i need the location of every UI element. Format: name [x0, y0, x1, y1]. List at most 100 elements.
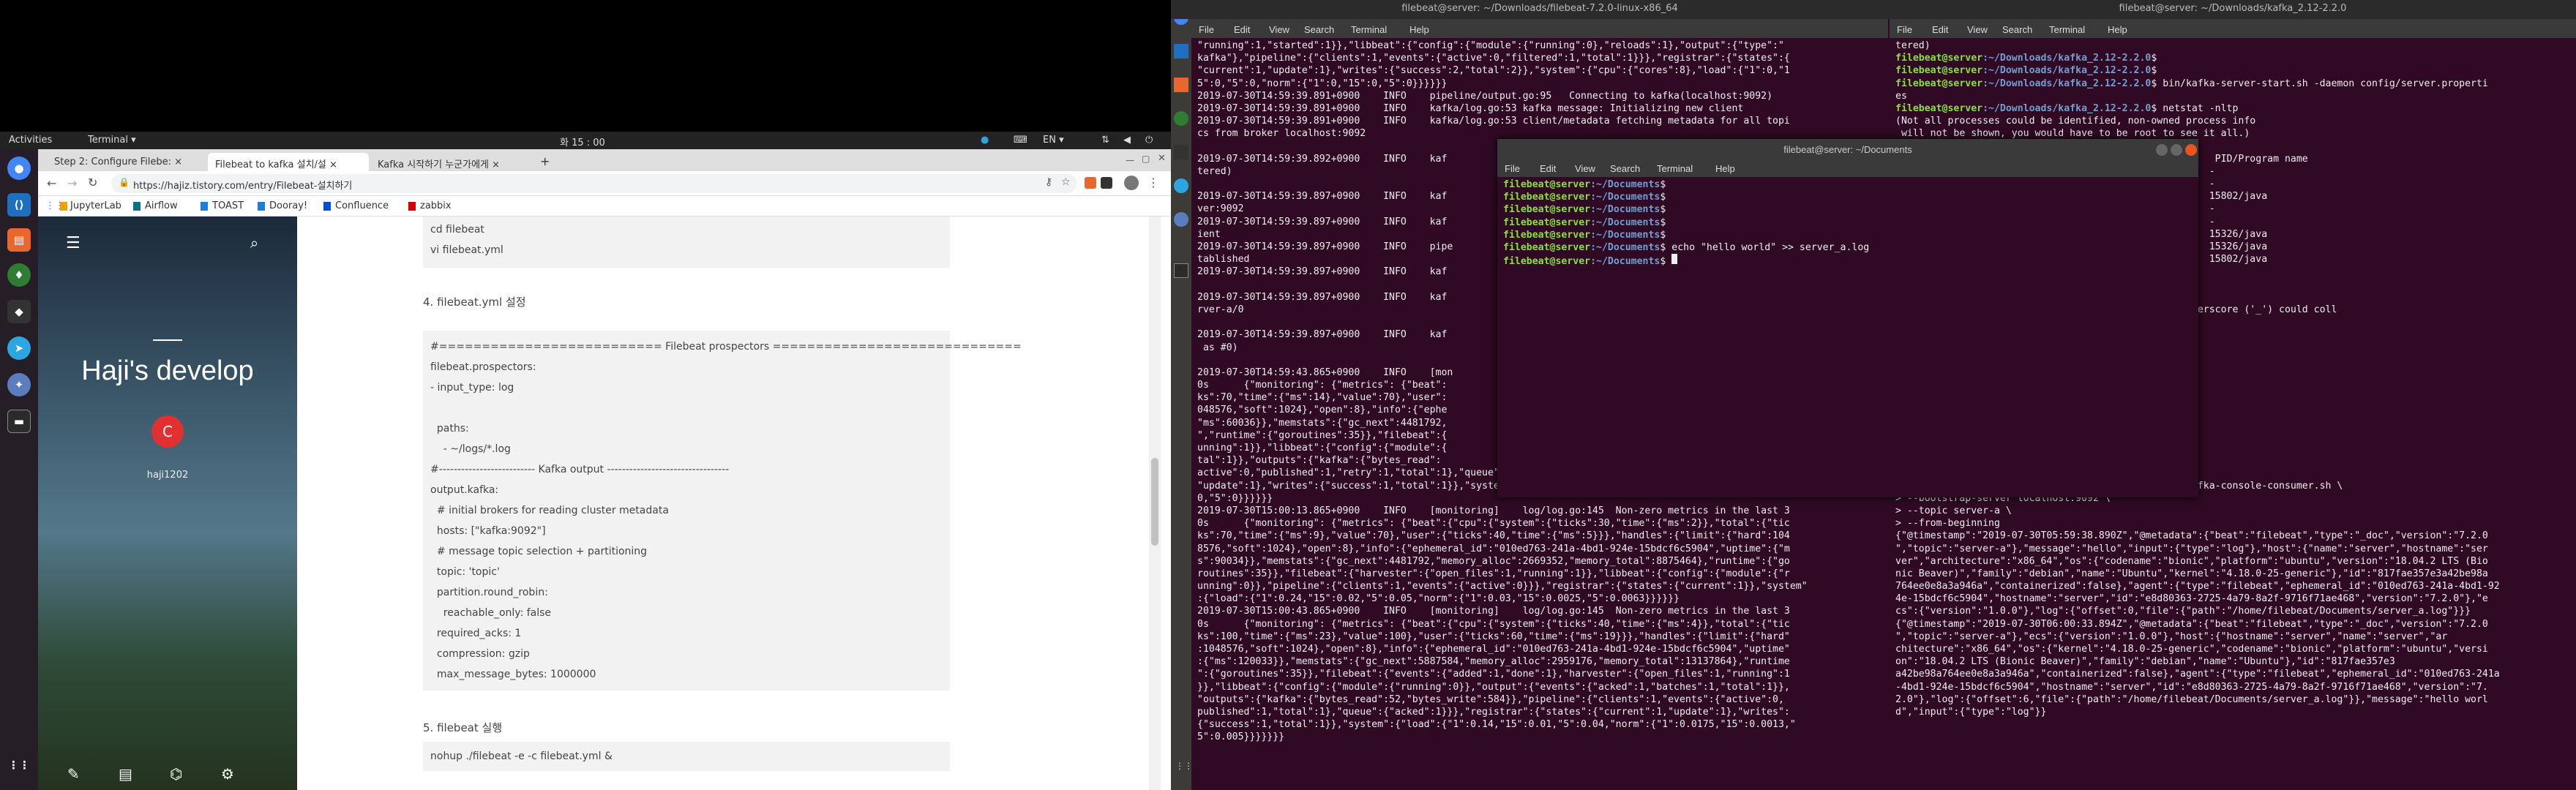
terminal-line: 0s {"monitoring": {"metrics": {"beat":{"… — [1197, 618, 1790, 630]
menu-item-edit[interactable]: Edit — [1540, 163, 1556, 174]
menu-icon[interactable]: ⋮ — [1147, 176, 1159, 189]
telegram-icon[interactable]: ➤ — [7, 336, 31, 360]
power-icon[interactable]: ⏻ — [1145, 135, 1153, 146]
menu-item-help[interactable]: Help — [2108, 24, 2127, 35]
settings-icon[interactable]: ⚙ — [221, 765, 234, 783]
tab-kafka-start[interactable]: Kafka 시작하기 누군가에게 × — [370, 153, 531, 171]
menu-item-terminal[interactable]: Terminal — [2049, 24, 2085, 35]
menu-item-view[interactable]: View — [1967, 24, 1988, 35]
minimize-button[interactable] — [2156, 144, 2168, 156]
forward-icon[interactable]: → — [67, 176, 77, 190]
menu-item-edit[interactable]: Edit — [1932, 24, 1948, 35]
network-icon[interactable]: ⇅ — [1101, 135, 1109, 146]
terminal-menubar: File Edit View Search Terminal Help — [1497, 161, 2198, 177]
vscode-icon[interactable] — [1174, 44, 1188, 59]
volume-icon[interactable]: ◀ — [1123, 135, 1131, 146]
maximize-button[interactable]: ▢ — [1142, 154, 1150, 164]
code-line: - ~/logs/*.log — [430, 443, 511, 455]
chrome-icon[interactable] — [1174, 10, 1188, 25]
extension-icon-2[interactable] — [1101, 177, 1112, 189]
bookmark-jupyterlab[interactable]: JupyterLab — [70, 200, 121, 211]
extension-icon[interactable] — [1085, 177, 1096, 189]
hamburger-icon[interactable]: ☰ — [66, 234, 80, 252]
chrome-icon[interactable]: ● — [7, 157, 31, 180]
menu-item-help[interactable]: Help — [1409, 24, 1429, 35]
menu-item-view[interactable]: View — [1575, 163, 1595, 174]
write-icon[interactable]: ✎ — [67, 765, 80, 783]
bookmark-zabbix[interactable]: zabbix — [420, 200, 452, 211]
terminal-text: ver","architecture":"x86_64","os":{"code… — [1895, 555, 2488, 567]
prompt-user: filebeat@server — [1503, 192, 1591, 203]
menu-item-view[interactable]: View — [1269, 24, 1289, 35]
tab-filebeat-config[interactable]: Step 2: Configure Filebe: × — [47, 153, 206, 171]
prompt-user: filebeat@server — [1503, 217, 1591, 228]
input-method-icon[interactable]: ⌨ — [1014, 135, 1027, 146]
mongodb-icon[interactable]: ♦ — [7, 263, 31, 287]
tab-filebeat-kafka[interactable]: Filebeat to kafka 설치/설 × — [208, 153, 369, 171]
terminal-line: 764ee0e8a3a946a","containerized":false},… — [1895, 580, 2573, 592]
close-button[interactable] — [2185, 144, 2197, 156]
maximize-button[interactable] — [2171, 144, 2182, 156]
terminal-icon[interactable] — [1174, 263, 1188, 278]
dbeaver-icon[interactable] — [1174, 145, 1188, 159]
menu-item-terminal[interactable]: Terminal — [1351, 24, 1387, 35]
minimize-button[interactable]: — — [1126, 155, 1134, 165]
terminal-line: 4e-15bdcf6c5904","hostname":"server","id… — [1895, 592, 2573, 605]
author-name[interactable]: haji1202 — [38, 470, 297, 481]
terminal-documents[interactable]: filebeat@server: ~/Documents File Edit Vie… — [1497, 139, 2198, 497]
profile-avatar[interactable] — [1124, 176, 1139, 190]
vscode-icon[interactable]: ⟨⟩ — [7, 193, 31, 217]
search-icon[interactable]: ⌕ — [250, 234, 258, 252]
menu-item-search[interactable]: Search — [2002, 24, 2032, 35]
keepass-icon[interactable]: ✦ — [7, 373, 31, 396]
menu-item-file[interactable]: File — [1505, 163, 1520, 174]
keepass-icon[interactable] — [1174, 212, 1188, 227]
guestbook-icon[interactable]: ▤ — [119, 765, 132, 783]
app-menu[interactable]: Terminal ▾ — [88, 135, 136, 146]
menu-item-file[interactable]: File — [1199, 24, 1214, 35]
key-icon[interactable]: ⚷ — [1045, 176, 1052, 188]
section-heading-5: 5. filebeat 실행 — [423, 721, 503, 734]
show-apps-icon[interactable]: ⋮⋮ — [1175, 761, 1193, 771]
mongodb-icon[interactable] — [1174, 111, 1188, 126]
menu-item-terminal[interactable]: Terminal — [1657, 163, 1693, 174]
close-button[interactable]: ✕ — [1158, 153, 1166, 164]
activities-button[interactable]: Activities — [9, 135, 52, 146]
terminal-line: filebeat@server:~/Documents$ — [1503, 254, 2195, 266]
new-tab-button[interactable]: + — [534, 153, 555, 171]
files-icon[interactable] — [1174, 78, 1188, 92]
lock-icon: 🔒 — [119, 177, 130, 187]
bookmark-dooray[interactable]: Dooray! — [269, 200, 307, 211]
address-bar[interactable]: 🔒 https://hajiz.tistory.com/entry/Filebe… — [111, 174, 1077, 193]
menu-item-search[interactable]: Search — [1304, 24, 1334, 35]
blog-title[interactable]: Haji's develop — [38, 356, 297, 387]
terminal-line: filebeat@server:~/Downloads/kafka_2.12-2… — [1895, 78, 2573, 90]
menu-item-edit[interactable]: Edit — [1234, 24, 1250, 35]
avatar[interactable]: C — [151, 415, 184, 448]
clock[interactable]: 화 15 : 00 — [560, 135, 605, 148]
terminal-text: -4bd1-924e-15bdcf6c5904","hostname":"ser… — [1895, 681, 2488, 693]
bookmark-confluence[interactable]: Confluence — [335, 200, 389, 211]
rss-icon[interactable]: ⌬ — [170, 765, 182, 783]
bookmark-toast[interactable]: TOAST — [212, 200, 244, 211]
star-icon[interactable]: ☆ — [1061, 176, 1071, 188]
files-icon[interactable]: ▤ — [7, 228, 31, 252]
back-icon[interactable]: ← — [47, 176, 56, 190]
reload-icon[interactable]: ↻ — [88, 176, 97, 189]
show-apps-icon[interactable]: ⋮⋮ — [7, 753, 31, 777]
dbeaver-icon[interactable]: ◆ — [7, 300, 31, 323]
menu-item-file[interactable]: File — [1897, 24, 1912, 35]
menu-item-search[interactable]: Search — [1610, 163, 1640, 174]
terminal-line: cs":{"version":"1.0.0"},"log":{"offset":… — [1895, 605, 2573, 617]
menu-item-help[interactable]: Help — [1715, 163, 1735, 174]
telegram-tray-icon[interactable]: ● — [981, 135, 989, 146]
telegram-icon[interactable] — [1174, 178, 1188, 193]
terminal-icon[interactable]: ▬ — [7, 410, 31, 433]
bookmark-airflow[interactable]: Airflow — [145, 200, 178, 211]
terminal-text: $ — [1660, 217, 1666, 228]
scrollbar-thumb[interactable] — [1151, 458, 1158, 546]
tab-strip: Step 2: Configure Filebe: × Filebeat to … — [38, 149, 1171, 171]
scrollbar[interactable] — [1149, 217, 1161, 790]
post-content: cd filebeat vi filebeat.yml 4. filebeat.… — [297, 217, 1161, 790]
language-indicator[interactable]: EN ▾ — [1043, 135, 1064, 146]
